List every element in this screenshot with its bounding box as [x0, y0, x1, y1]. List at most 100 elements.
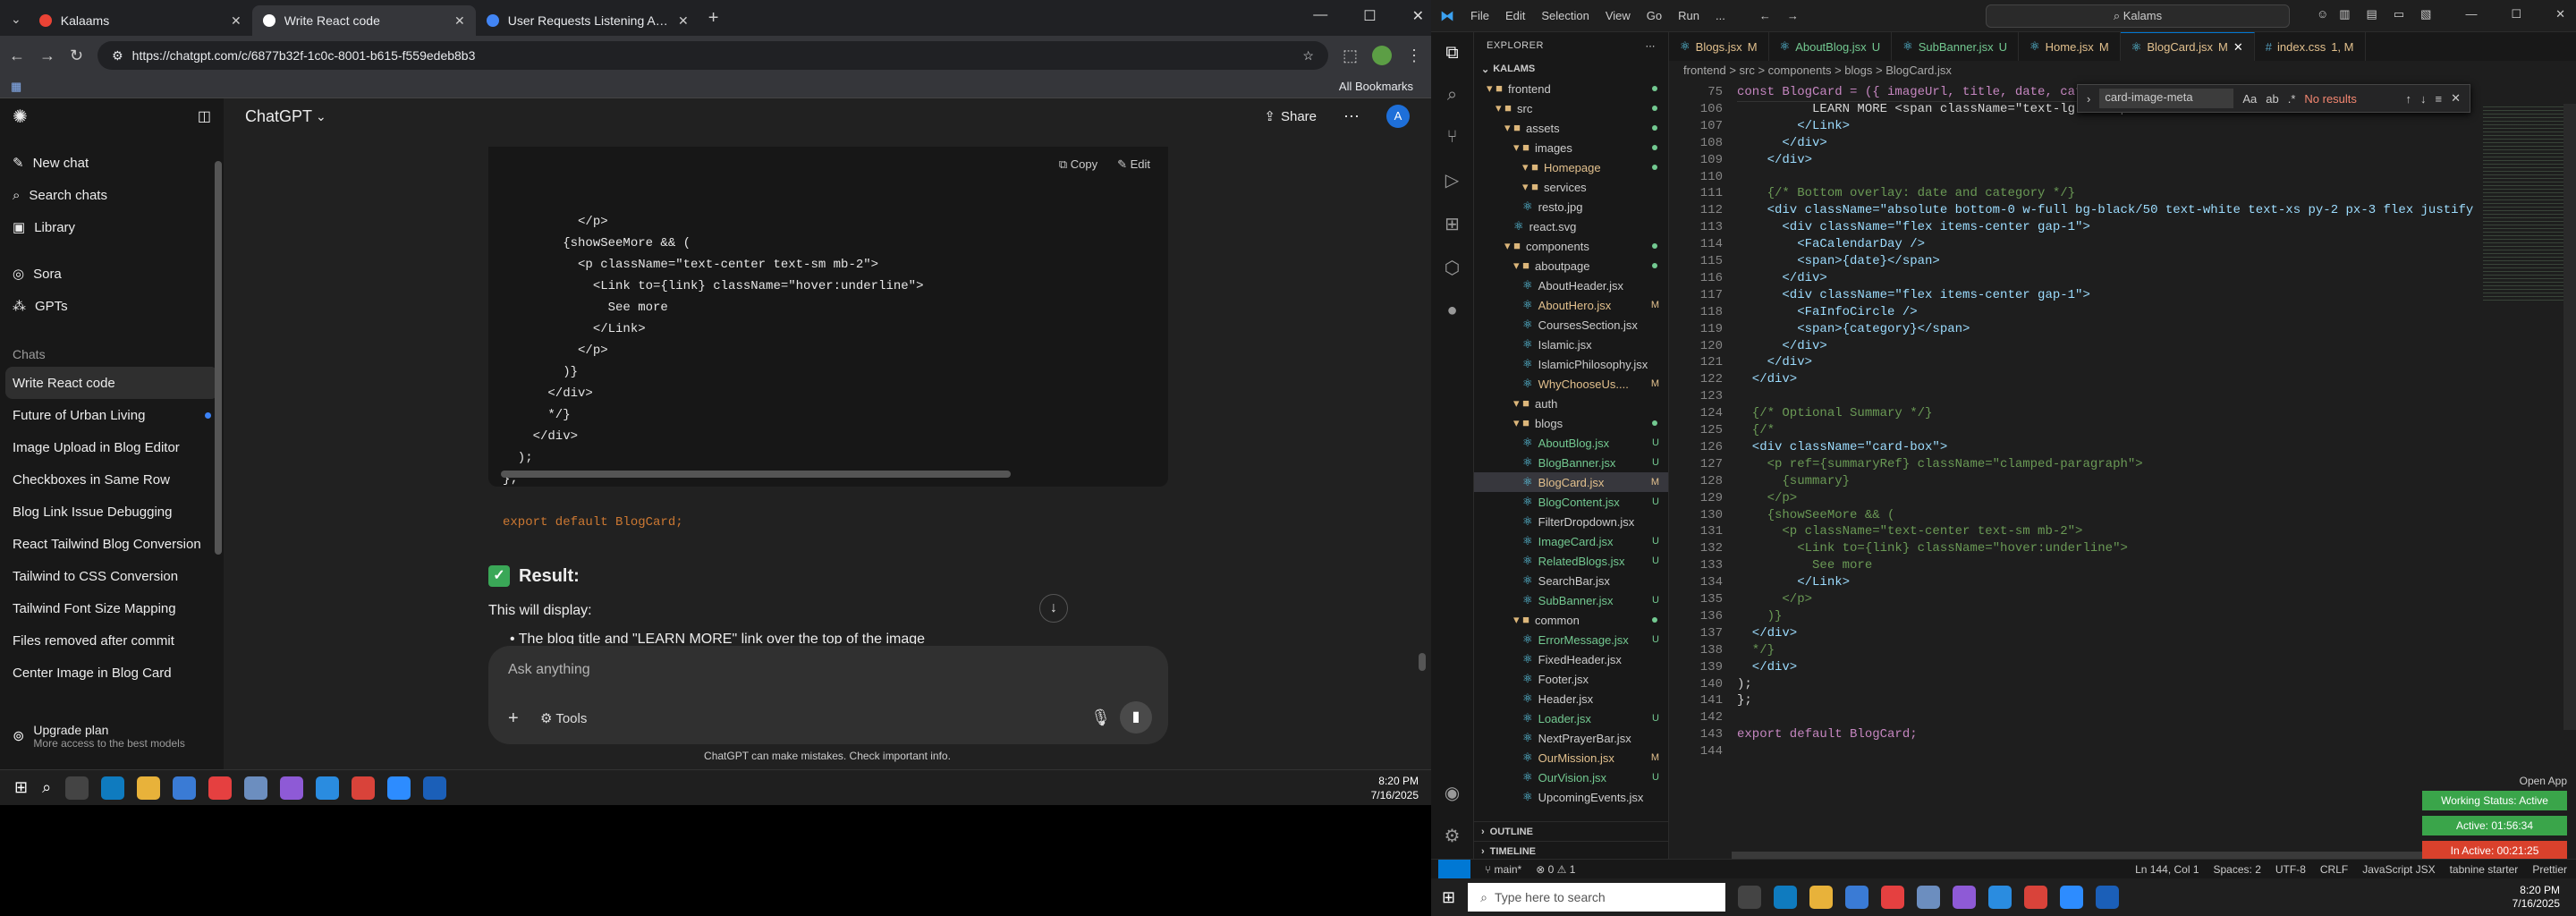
maximize-icon[interactable]: ☐	[1363, 7, 1376, 25]
sidebar-new-chat[interactable]: ✎ New chat	[0, 147, 224, 179]
manage-gear-icon[interactable]: ⚙	[1445, 825, 1461, 847]
left-clock[interactable]: 8:20 PM 7/16/2025	[1371, 774, 1431, 802]
chat-item[interactable]: Blog Link Issue Debugging	[0, 496, 224, 528]
chrome-taskbar-icon[interactable]	[1881, 886, 1905, 909]
tree-folder[interactable]: ▾ ■ images	[1474, 138, 1668, 157]
tree-file[interactable]: ⚛ Loader.jsx U	[1474, 708, 1668, 728]
openai-logo-icon[interactable]: ✺	[13, 106, 28, 128]
menu-more[interactable]: ...	[1716, 9, 1725, 22]
app-icon-2[interactable]	[2096, 886, 2120, 909]
match-case-icon[interactable]: Aa	[2242, 92, 2257, 106]
edge-icon[interactable]	[101, 776, 125, 800]
search-icon[interactable]: ⌕	[1447, 85, 1457, 106]
minimap[interactable]	[2483, 104, 2563, 301]
tree-folder[interactable]: ▾ ■ auth	[1474, 394, 1668, 413]
sidebar-gpts[interactable]: ⁂ GPTs	[0, 290, 224, 322]
next-match-icon[interactable]: ↓	[2420, 92, 2427, 106]
tools-button[interactable]: ⚙ Tools	[540, 710, 587, 726]
close-tab-icon[interactable]: ✕	[454, 13, 465, 29]
close-sidebar-icon[interactable]: ◫	[198, 107, 211, 125]
taskbar-search[interactable]: ⌕ Type here to search	[1468, 883, 1726, 912]
chat-item[interactable]: Write React code	[5, 367, 218, 399]
chat-item[interactable]: Center Image in Blog Card	[0, 657, 224, 689]
task-view-icon[interactable]	[65, 776, 89, 800]
tree-file[interactable]: ⚛ OurMission.jsx M	[1474, 748, 1668, 768]
tree-folder[interactable]: ▾ ■ services	[1474, 177, 1668, 197]
tree-folder[interactable]: ▾ ■ blogs	[1474, 413, 1668, 433]
maximize-icon[interactable]: ☐	[2511, 7, 2521, 21]
browser-tab-write-react-code[interactable]: Write React code ✕	[251, 5, 476, 36]
tree-file[interactable]: ⚛ FixedHeader.jsx	[1474, 649, 1668, 669]
site-info-icon[interactable]: ⚙	[112, 48, 123, 64]
zoom-icon[interactable]	[387, 776, 411, 800]
tree-file[interactable]: ⚛ Header.jsx	[1474, 689, 1668, 708]
tabnine-status[interactable]: tabnine starter	[2450, 863, 2519, 876]
layout-icon[interactable]: ▥	[2339, 7, 2350, 21]
main-scrollbar[interactable]	[1419, 653, 1426, 671]
explorer-icon[interactable]: ⧉	[1445, 43, 1458, 64]
editor-tab[interactable]: ⚛ AboutBlog.jsx U	[1769, 32, 1893, 61]
prev-match-icon[interactable]: ↑	[2406, 92, 2412, 106]
nav-forward-icon[interactable]: →	[1787, 9, 1799, 22]
tree-file[interactable]: ⚛ BlogBanner.jsx U	[1474, 453, 1668, 472]
tree-file[interactable]: ⚛ IslamicPhilosophy.jsx	[1474, 354, 1668, 374]
tree-file[interactable]: ⚛ BlogContent.jsx U	[1474, 492, 1668, 512]
zoom-icon[interactable]	[2060, 886, 2084, 909]
system-clock[interactable]: 8:20 PM 7/16/2025	[2512, 884, 2576, 911]
store-icon[interactable]	[1845, 886, 1869, 909]
edit-button[interactable]: ✎ Edit	[1117, 154, 1150, 175]
extensions-icon[interactable]: ⬚	[1343, 47, 1358, 65]
whole-word-icon[interactable]: ab	[2266, 92, 2278, 106]
all-bookmarks-button[interactable]: All Bookmarks	[1339, 80, 1413, 93]
tree-file[interactable]: ⚛ OurVision.jsx U	[1474, 768, 1668, 787]
minimize-icon[interactable]: —	[2465, 7, 2477, 21]
tree-file[interactable]: ⚛ SubBanner.jsx U	[1474, 590, 1668, 610]
problems-indicator[interactable]: ⊗ 0 ⚠ 1	[1536, 863, 1575, 876]
copy-button[interactable]: ⧉ Copy	[1059, 154, 1097, 175]
code-editor[interactable]: 75 const BlogCard = ({ imageUrl, title, d…	[1669, 77, 2576, 759]
tree-folder[interactable]: ▾ ■ aboutpage	[1474, 256, 1668, 276]
sidebar-library[interactable]: ▣ Library	[0, 211, 224, 243]
find-input[interactable]: card-image-meta	[2099, 89, 2234, 108]
composer[interactable]: Ask anything + ⚙ Tools 🎙 ▮	[488, 646, 1168, 744]
pulse-icon[interactable]: ●	[1446, 301, 1457, 321]
start-icon[interactable]: ⊞	[14, 778, 28, 797]
url-field[interactable]: ⚙ https://chatgpt.com/c/6877b32f-1c0c-80…	[97, 41, 1328, 70]
minimize-icon[interactable]: —	[1313, 7, 1327, 25]
close-window-icon[interactable]: ✕	[1412, 7, 1424, 25]
vscode-taskbar-icon[interactable]	[1988, 886, 2012, 909]
tree-file[interactable]: ⚛ CoursesSection.jsx	[1474, 315, 1668, 335]
tree-file[interactable]: ⚛ AboutHero.jsx M	[1474, 295, 1668, 315]
prettier-status[interactable]: Prettier	[2532, 863, 2576, 876]
tree-file[interactable]: ⚛ Islamic.jsx	[1474, 335, 1668, 354]
sidebar-toggle-icon[interactable]: ▤	[2367, 7, 2377, 21]
new-tab-icon[interactable]: +	[708, 8, 719, 29]
profile-avatar[interactable]	[1372, 46, 1392, 65]
secondary-sidebar-icon[interactable]: ▧	[2420, 7, 2431, 21]
regex-icon[interactable]: .*	[2288, 92, 2296, 106]
tree-file[interactable]: ⚛ ImageCard.jsx U	[1474, 531, 1668, 551]
timeline-section[interactable]: › TIMELINE	[1474, 841, 1669, 861]
github-icon[interactable]	[280, 776, 304, 800]
sidebar-sora[interactable]: ◎ Sora	[0, 258, 224, 290]
share-button[interactable]: ⇪ Share	[1264, 108, 1317, 125]
chrome-taskbar-icon-2[interactable]	[352, 776, 376, 800]
reload-icon[interactable]: ↻	[70, 47, 83, 65]
tree-file[interactable]: ⚛ react.svg	[1474, 216, 1668, 236]
chat-item[interactable]: Checkboxes in Same Row	[0, 463, 224, 496]
tree-folder[interactable]: ▾ ■ assets	[1474, 118, 1668, 138]
close-tab-icon[interactable]: ✕	[678, 13, 689, 29]
tree-file[interactable]: ⚛ NextPrayerBar.jsx	[1474, 728, 1668, 748]
tree-folder[interactable]: ▾ ■ src	[1474, 98, 1668, 118]
account-icon[interactable]: ◉	[1445, 782, 1460, 804]
github-icon[interactable]	[1953, 886, 1977, 909]
extensions-icon[interactable]: ⊞	[1445, 213, 1460, 235]
tree-file[interactable]: ⚛ AboutHeader.jsx	[1474, 276, 1668, 295]
close-find-icon[interactable]: ✕	[2451, 91, 2461, 106]
find-in-selection-icon[interactable]: ≡	[2436, 92, 2443, 106]
chrome-taskbar-icon-2[interactable]	[2024, 886, 2048, 909]
eol[interactable]: CRLF	[2320, 863, 2348, 876]
workspace-root[interactable]: ⌄ KALAMS	[1474, 59, 1668, 79]
sidebar-scrollbar[interactable]	[215, 161, 222, 555]
chat-item[interactable]: Files removed after commit	[0, 624, 224, 657]
